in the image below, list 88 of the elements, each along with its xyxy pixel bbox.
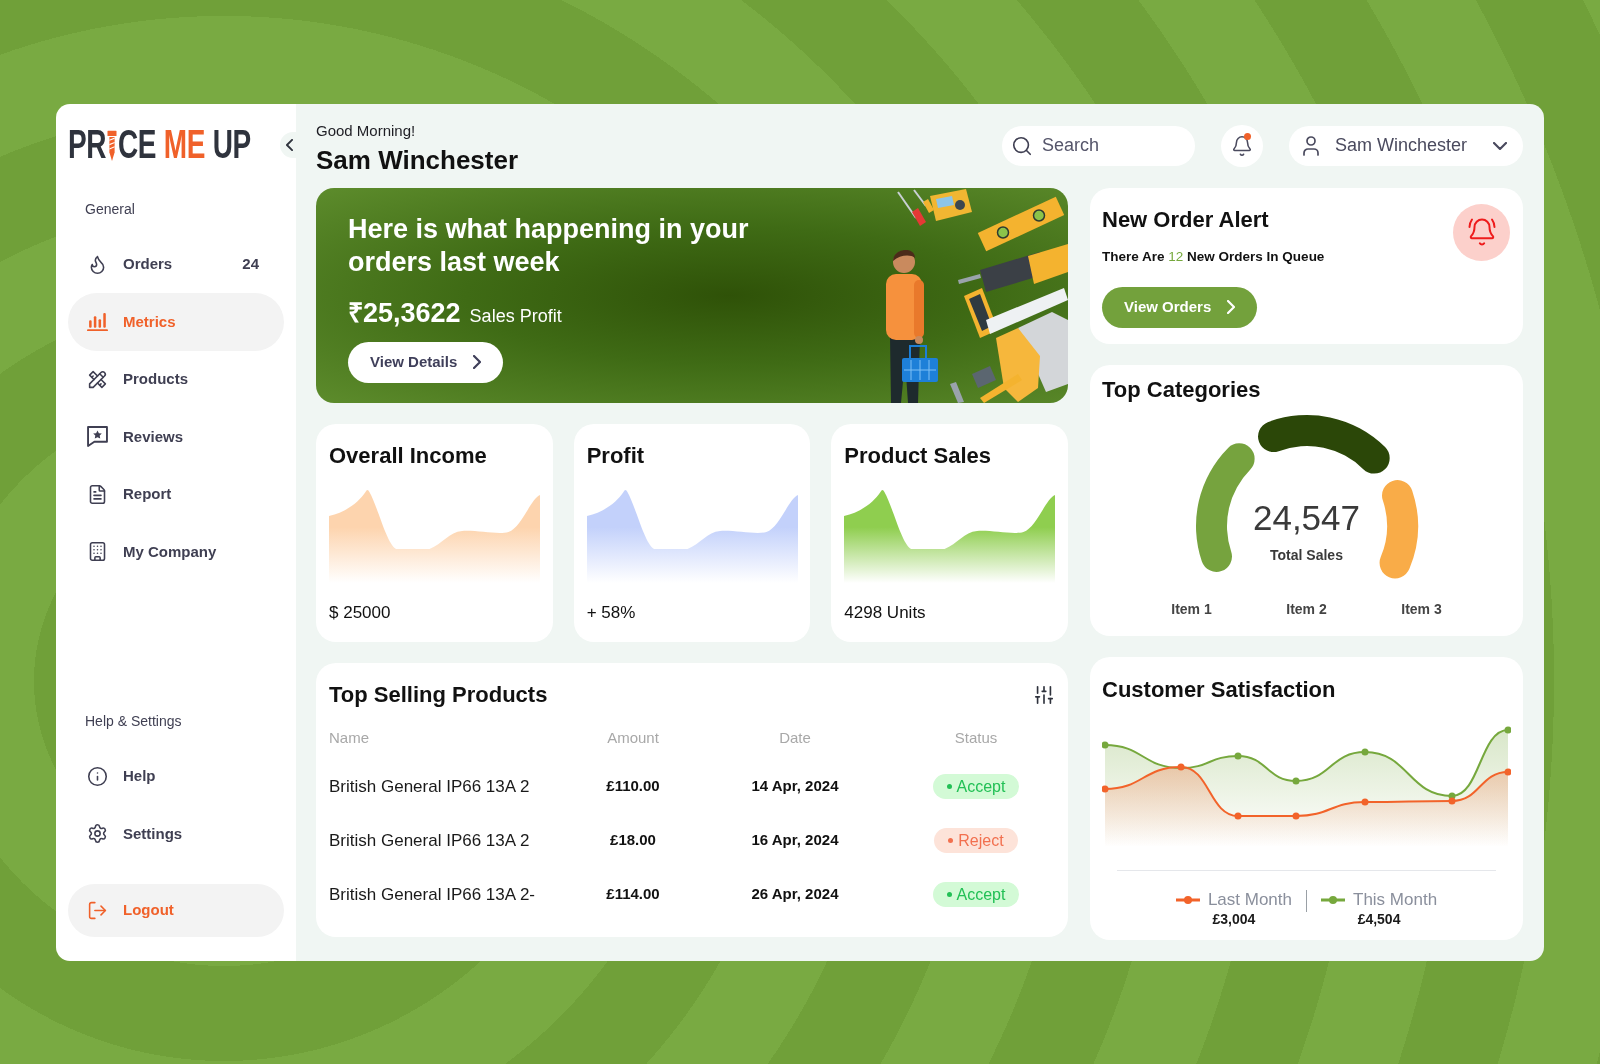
sidebar-item[interactable]: Help (68, 747, 284, 805)
sales-profit-amount: ₹25,3622 (348, 297, 461, 328)
user-name-heading: Sam Winchester (316, 143, 519, 176)
data-point (1234, 752, 1242, 759)
legend-label: Last Month (1207, 889, 1292, 910)
total-sales-label: Total Sales (1270, 545, 1343, 564)
card-title: Product Sales (844, 443, 992, 468)
data-point (1361, 748, 1369, 755)
data-point (1292, 812, 1300, 819)
legend-label: This Month (1353, 889, 1438, 910)
table-cell-text: British General IP66 13A 2- (329, 883, 535, 906)
bell-icon (1231, 134, 1253, 157)
data-point (1504, 768, 1511, 775)
legend-value: £3,004 (1212, 909, 1256, 928)
sidebar-item[interactable]: Reviews (68, 408, 284, 466)
card-title: Profit (586, 443, 645, 468)
greeting-text: Good Morning! (316, 121, 416, 140)
document-icon (87, 483, 108, 505)
building-icon (87, 541, 108, 563)
table-cell-text: British General IP66 13A 2 (329, 829, 530, 852)
data-point (1102, 785, 1109, 792)
data-point (1292, 777, 1300, 784)
status-label: Reject (958, 830, 1004, 851)
data-point (1361, 798, 1369, 805)
table-cell-text: £18.00 (610, 830, 656, 851)
collapse-sidebar-button[interactable] (280, 131, 296, 158)
info-icon (87, 765, 108, 787)
settings-icon (87, 823, 108, 845)
banner-heading: Here is what happening in your orders last week (348, 212, 750, 279)
table-cell-text: 16 Apr, 2024 (751, 830, 839, 851)
section-heading: Help & Settings (84, 712, 182, 729)
view-details-button[interactable]: View Details (348, 341, 504, 383)
sidebar-item[interactable]: Products (68, 350, 284, 408)
logout-icon (87, 899, 108, 921)
sidebar-item[interactable]: Orders 24 (68, 235, 284, 293)
card-title: Top Selling Products (329, 682, 548, 707)
card-value: $ 25000 (329, 602, 391, 623)
card-value: + 58% (586, 602, 636, 623)
alarm-bell-icon (1453, 203, 1510, 261)
notifications-button[interactable] (1221, 124, 1263, 167)
card-title: Customer Satisfaction (1102, 677, 1336, 702)
search-icon (1011, 134, 1033, 157)
star-message-icon (87, 426, 108, 448)
logo-text: CE (117, 124, 156, 165)
total-sales-value: 24,547 (1252, 499, 1361, 536)
chevron-right-icon (473, 355, 482, 369)
section-heading: General (84, 200, 135, 217)
sidebar-item[interactable]: Settings (68, 805, 284, 863)
sidebar-item[interactable]: Report (68, 465, 284, 523)
tools-icon (87, 368, 108, 390)
chevron-left-icon (286, 138, 293, 151)
search-field[interactable]: Search (1002, 125, 1195, 166)
status-label: Accept (956, 776, 1006, 797)
category-label: Item 1 (1171, 599, 1212, 618)
card-title: Top Categories (1102, 377, 1261, 402)
sales-profit-label: Sales Profit (469, 304, 562, 327)
sidebar-item[interactable]: My Company (68, 523, 284, 581)
chevron-down-icon (1493, 141, 1507, 150)
legend-value: £4,504 (1357, 909, 1401, 928)
column-header: Date (779, 728, 811, 749)
logo-text: PR (68, 124, 106, 165)
column-header: Name (329, 728, 369, 749)
screw-icon (106, 129, 117, 160)
data-point (1504, 726, 1511, 733)
table-cell-text: 14 Apr, 2024 (751, 776, 839, 797)
chevron-right-icon (1227, 300, 1236, 314)
filter-icon[interactable] (1033, 683, 1055, 706)
logo-text: UP (212, 124, 251, 165)
item-count: 24 (242, 254, 259, 274)
category-label: Item 3 (1401, 599, 1442, 618)
status-label: Accept (956, 884, 1006, 905)
column-header: Status (954, 728, 998, 749)
data-point (1102, 741, 1109, 748)
alert-message: There Are 12 New Orders In Queue (1102, 247, 1325, 266)
profile-menu[interactable]: Sam Winchester (1289, 125, 1523, 166)
table-cell-text: £114.00 (606, 884, 660, 905)
data-point (1177, 763, 1185, 770)
table-cell-text: 26 Apr, 2024 (751, 884, 839, 905)
table-cell-text: British General IP66 13A 2 (329, 775, 530, 798)
card-value: 4298 Units (844, 602, 926, 623)
column-header: Amount (607, 728, 659, 749)
card-title: Overall Income (329, 443, 487, 468)
data-point (1234, 812, 1242, 819)
table-cell-text: £110.00 (606, 776, 660, 797)
category-label: Item 2 (1286, 599, 1327, 618)
card-title: New Order Alert (1102, 207, 1269, 232)
logo-text: ME (163, 124, 205, 165)
bar-chart-icon (87, 312, 108, 331)
